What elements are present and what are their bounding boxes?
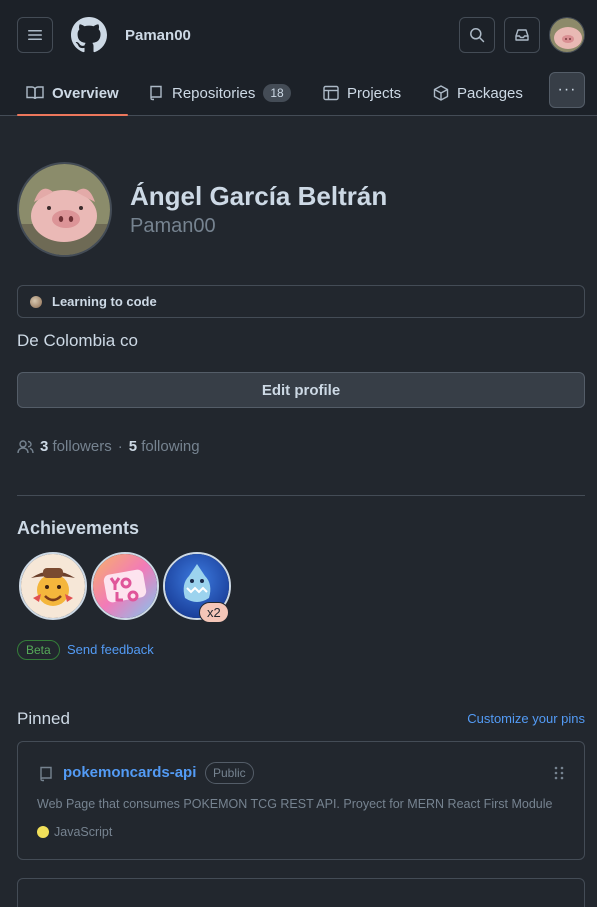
people-icon: [17, 439, 34, 453]
achievement-badge[interactable]: [19, 552, 87, 620]
repo-icon: [150, 85, 162, 101]
yolo-badge-icon: [93, 554, 157, 618]
following-link[interactable]: 5 following: [129, 438, 200, 455]
language-label: JavaScript: [54, 825, 113, 839]
followers-count: 3: [40, 438, 49, 455]
search-button[interactable]: [459, 17, 495, 53]
package-icon: [433, 85, 449, 101]
profile-avatar: [17, 162, 112, 257]
pinned-repo-card: [17, 878, 585, 907]
profile-bio: De Colombia co: [17, 331, 138, 350]
user-avatar-button[interactable]: [549, 17, 585, 53]
status-text: Learning to code: [52, 294, 157, 309]
profile-full-name: Ángel García Beltrán: [130, 181, 388, 211]
badge-count: x2: [199, 602, 229, 623]
inbox-button[interactable]: [504, 17, 540, 53]
following-count: 5: [128, 438, 138, 455]
customize-pins-link[interactable]: Customize your pins: [467, 711, 585, 726]
drag-handle-icon[interactable]: [554, 766, 564, 780]
tab-overview[interactable]: Overview: [17, 70, 128, 116]
beta-label: Beta: [17, 640, 60, 660]
achievements-title: Achievements: [17, 518, 140, 538]
send-feedback-link[interactable]: Send feedback: [67, 642, 154, 657]
header-username[interactable]: Paman00: [125, 27, 191, 44]
followers-label: followers: [52, 438, 112, 455]
hamburger-icon: [28, 30, 42, 40]
table-icon: [323, 85, 339, 101]
app-header: Paman00 Overview Repositories 18 Project…: [0, 0, 597, 116]
repo-name-link[interactable]: pokemoncards-api: [63, 764, 196, 781]
book-icon: [26, 86, 44, 100]
github-logo-icon[interactable]: [71, 17, 107, 53]
follow-stats: 3 followers · 5 following: [17, 438, 200, 455]
tab-packages[interactable]: Packages: [433, 70, 523, 116]
status-badge[interactable]: Learning to code: [17, 285, 585, 318]
pinned-repo-card: pokemoncards-api Public Web Page that co…: [17, 741, 585, 860]
profile-tabs: Overview Repositories 18 Projects Packag…: [0, 70, 597, 116]
followers-link[interactable]: 3 followers: [40, 438, 112, 455]
achievement-badge[interactable]: [91, 552, 159, 620]
cowboy-badge-icon: [21, 554, 85, 618]
follow-separator: ·: [117, 438, 123, 455]
language-color-dot: [37, 826, 49, 838]
profile-login: Paman00: [130, 215, 216, 237]
avatar-image: [550, 18, 584, 52]
following-label: following: [141, 438, 200, 455]
kebab-horizontal-icon: ···: [557, 81, 577, 98]
tab-label: Overview: [52, 84, 119, 102]
avatar-image: [19, 164, 110, 255]
repo-count-badge: 18: [263, 84, 291, 102]
repo-icon: [40, 766, 52, 782]
more-tabs-button[interactable]: ···: [549, 72, 585, 108]
inbox-icon: [515, 29, 529, 41]
section-divider: [17, 495, 585, 496]
search-icon: [470, 28, 485, 43]
repo-description: Web Page that consumes POKEMON TCG REST …: [37, 797, 553, 811]
edit-profile-button[interactable]: Edit profile: [17, 372, 585, 408]
tab-label: Projects: [347, 84, 402, 102]
visibility-badge: Public: [205, 762, 254, 784]
repo-language: JavaScript: [37, 825, 112, 839]
tab-label: Repositories: [172, 84, 256, 102]
pinned-title: Pinned: [17, 709, 70, 728]
tab-projects[interactable]: Projects: [323, 70, 401, 116]
tab-repositories[interactable]: Repositories 18: [148, 70, 291, 116]
menu-button[interactable]: [17, 17, 53, 53]
tab-label: Packages: [457, 84, 523, 102]
status-emoji-icon: [30, 295, 42, 308]
